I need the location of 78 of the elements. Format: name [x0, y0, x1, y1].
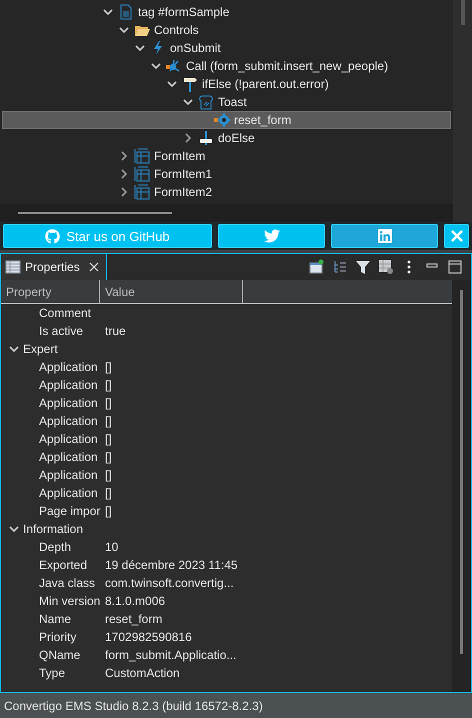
linkedin-icon	[376, 228, 392, 244]
property-value: reset_form	[105, 612, 162, 626]
signpost-icon	[198, 130, 214, 146]
property-name: Page impor	[39, 504, 100, 518]
property-value: 1702982590816	[105, 630, 192, 644]
property-name: Application	[39, 432, 98, 446]
filter-icon[interactable]	[355, 259, 371, 275]
tree-item[interactable]: Controls	[2, 21, 451, 39]
form-icon	[134, 166, 150, 182]
close-icon	[450, 229, 464, 243]
property-name: Comment	[39, 306, 92, 320]
property-name: Application	[39, 378, 98, 392]
property-name: Application	[39, 360, 98, 374]
close-icon[interactable]	[88, 261, 100, 273]
tree-item[interactable]: ifElse (!parent.out.error)	[2, 75, 451, 93]
scrollbar-thumb[interactable]	[460, 290, 463, 654]
property-name: Java class	[39, 576, 96, 590]
property-value: []	[105, 468, 112, 482]
property-name: Is active	[39, 324, 84, 338]
property-value: com.twinsoft.convertig...	[105, 576, 234, 590]
property-value: []	[105, 396, 112, 410]
column-header[interactable]: Value	[100, 280, 243, 303]
property-value: 19 décembre 2023 11:45	[105, 558, 238, 572]
property-name: Exported	[39, 558, 88, 572]
tree-item[interactable]: tag #formSample	[2, 3, 451, 21]
tree-item[interactable]: reset_form	[2, 111, 451, 129]
linkedin-button[interactable]	[331, 224, 438, 248]
properties-tab[interactable]: Properties	[1, 254, 107, 280]
status-text: Convertigo EMS Studio 8.2.3 (build 16572-8.2.3)	[0, 693, 472, 718]
property-name: Application	[39, 468, 98, 482]
property-value: form_submit.Applicatio...	[105, 648, 236, 662]
table-icon	[5, 259, 21, 275]
category-label: Expert	[23, 342, 58, 356]
property-value: []	[105, 504, 112, 518]
category-label: Information	[23, 522, 84, 536]
property-name: Application	[39, 450, 98, 464]
column-header[interactable]: Property	[1, 280, 100, 303]
property-value: CustomAction	[105, 666, 180, 680]
scrollbar-thumb[interactable]	[460, 0, 464, 25]
property-name: Application	[39, 486, 98, 500]
property-value: []	[105, 378, 112, 392]
property-name: Application	[39, 414, 98, 428]
property-name: Application	[39, 396, 98, 410]
page-icon	[118, 4, 134, 20]
network-icon	[166, 58, 182, 74]
scrollbar-thumb[interactable]	[18, 212, 172, 214]
property-value: []	[105, 450, 112, 464]
github-icon	[45, 228, 60, 244]
tree-icon[interactable]	[332, 259, 348, 275]
twitter-icon	[264, 228, 280, 244]
tree-item[interactable]: onSubmit	[2, 39, 451, 57]
tree-item[interactable]: FormItem1	[2, 165, 451, 183]
form-icon	[134, 184, 150, 200]
property-value: []	[105, 360, 112, 374]
tree-item[interactable]: doElse	[2, 129, 451, 147]
property-name: Depth	[39, 540, 72, 554]
tree-item[interactable]: Toast	[2, 93, 451, 111]
maximize-icon[interactable]	[447, 259, 463, 275]
form-icon	[134, 148, 150, 164]
property-name: QName	[39, 648, 80, 662]
property-value: []	[105, 486, 112, 500]
pin-window-icon[interactable]	[309, 259, 325, 275]
property-name: Priority	[39, 630, 76, 644]
property-name: Min version	[39, 594, 100, 608]
gear-icon	[214, 112, 230, 128]
tree-item[interactable]: FormItem	[2, 147, 451, 165]
property-value: []	[105, 414, 112, 428]
property-name: Name	[39, 612, 72, 626]
property-value: []	[105, 432, 112, 446]
tree-item[interactable]: FormItem2	[2, 183, 451, 201]
signpost-icon	[182, 76, 198, 92]
property-value: true	[105, 324, 126, 338]
tree-item[interactable]: Call (form_submit.insert_new_people)	[2, 57, 451, 75]
table-icon[interactable]	[378, 259, 394, 275]
property-name: Type	[39, 666, 66, 680]
property-value: 10	[105, 540, 118, 554]
bread-icon	[198, 94, 214, 110]
property-value: 8.1.0.m006	[105, 594, 166, 608]
